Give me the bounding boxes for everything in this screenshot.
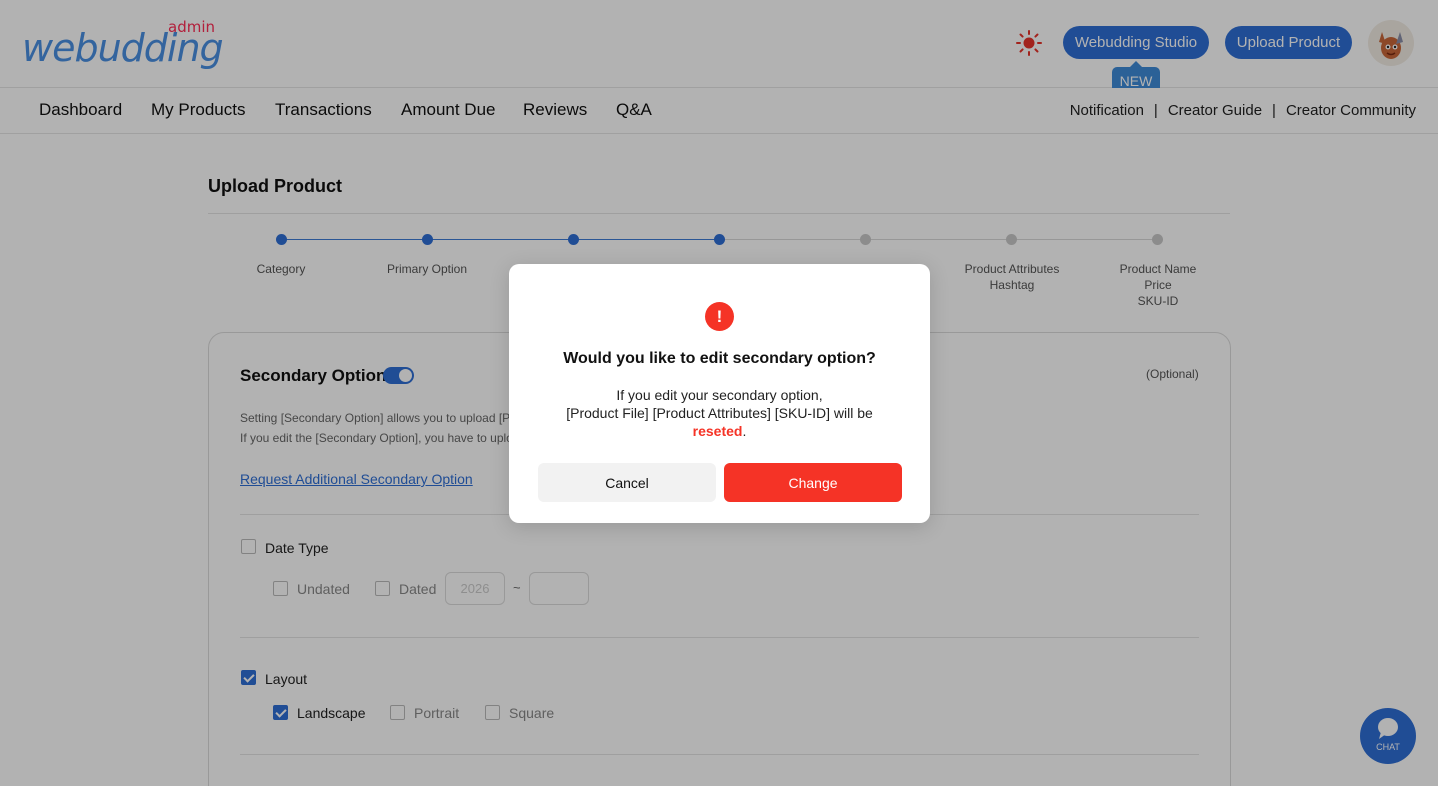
period-text: . [742, 423, 747, 439]
dialog-message-line: [Product File] [Product Attributes] [SKU… [566, 405, 873, 421]
change-button[interactable]: Change [724, 463, 902, 502]
dialog-message-line: reseted. [509, 422, 930, 440]
alert-icon: ! [705, 302, 734, 331]
dialog-message-line: If you edit your secondary option, [616, 387, 823, 403]
cancel-button[interactable]: Cancel [538, 463, 716, 502]
confirm-edit-dialog: ! Would you like to edit secondary optio… [509, 264, 930, 523]
dialog-message: If you edit your secondary option, [Prod… [509, 386, 930, 440]
reset-warning-text: reseted [692, 423, 743, 439]
dialog-title: Would you like to edit secondary option? [563, 350, 876, 367]
